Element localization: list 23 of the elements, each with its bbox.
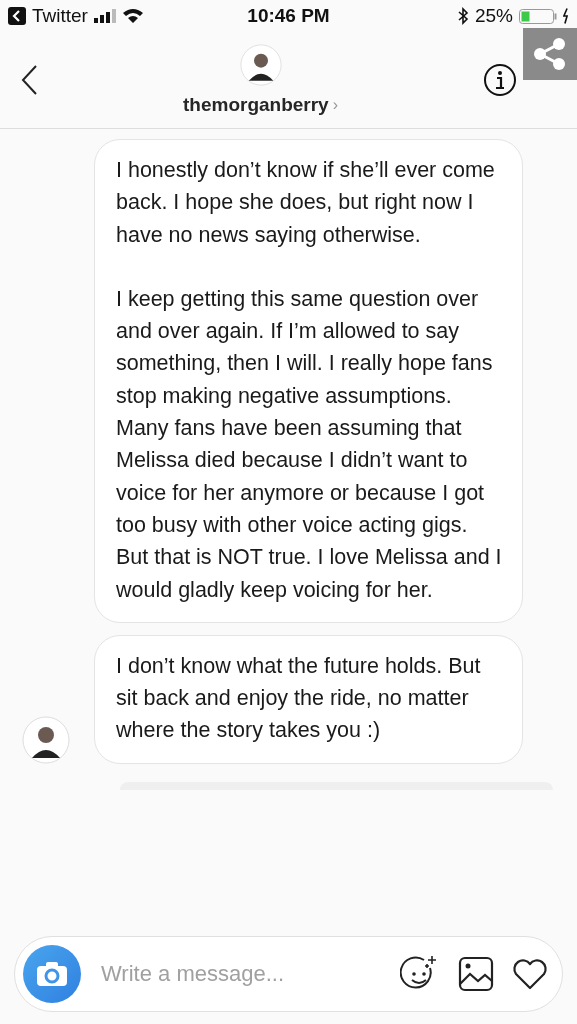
gallery-button[interactable] [458, 956, 494, 992]
like-button[interactable] [512, 958, 548, 990]
battery-icon [519, 8, 557, 24]
charging-icon [563, 8, 569, 24]
wifi-icon [121, 8, 144, 24]
battery-percentage: 25% [474, 5, 513, 27]
back-icon[interactable] [20, 64, 38, 96]
message-text: I keep getting this same question over and over again. If I’m allowed to say something, then I will. I really hope fans stop making negative assumptions. Many fans have been assuming that Melissa died because I didn’t want to voice for her anymore or because I got too busy with other voice acting gigs. But that is NOT true. I love Melissa and I would gladly keep voicing for her. [116, 285, 502, 604]
sender-avatar [22, 715, 70, 764]
profile-avatar [239, 44, 282, 86]
clock: 10:46 PM [247, 5, 330, 26]
back-app-icon[interactable] [8, 7, 26, 25]
message-text: I honestly don’t know if she’ll ever come back. I hope she does, but right now I have no news saying otherwise. [116, 157, 496, 249]
info-icon[interactable] [483, 63, 517, 97]
message-input[interactable]: Write a message... [99, 960, 382, 988]
signal-icon [93, 9, 116, 23]
camera-icon [35, 960, 69, 988]
share-button[interactable] [523, 28, 577, 80]
username[interactable]: themorganberry [183, 94, 329, 116]
bluetooth-icon [456, 7, 469, 25]
camera-button[interactable] [23, 945, 81, 1003]
message-text: I don’t know what the future holds. But sit back and enjoy the ride, no matter where the story takes you :) [116, 652, 482, 745]
back-app-label[interactable]: Twitter [32, 5, 88, 27]
